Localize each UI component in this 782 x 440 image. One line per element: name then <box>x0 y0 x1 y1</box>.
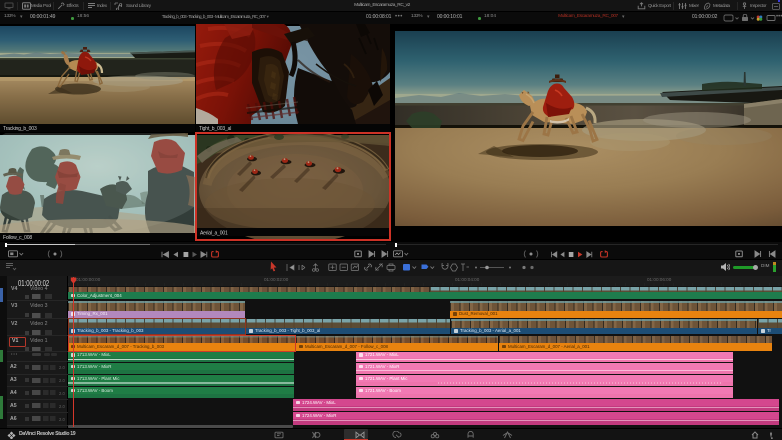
svg-text:Follow_c_008: Follow_c_008 <box>3 235 32 241</box>
svg-text:Aerial_a_001: Aerial_a_001 <box>200 231 228 237</box>
svg-text:Tracking_b_003: Tracking_b_003 <box>3 126 37 132</box>
